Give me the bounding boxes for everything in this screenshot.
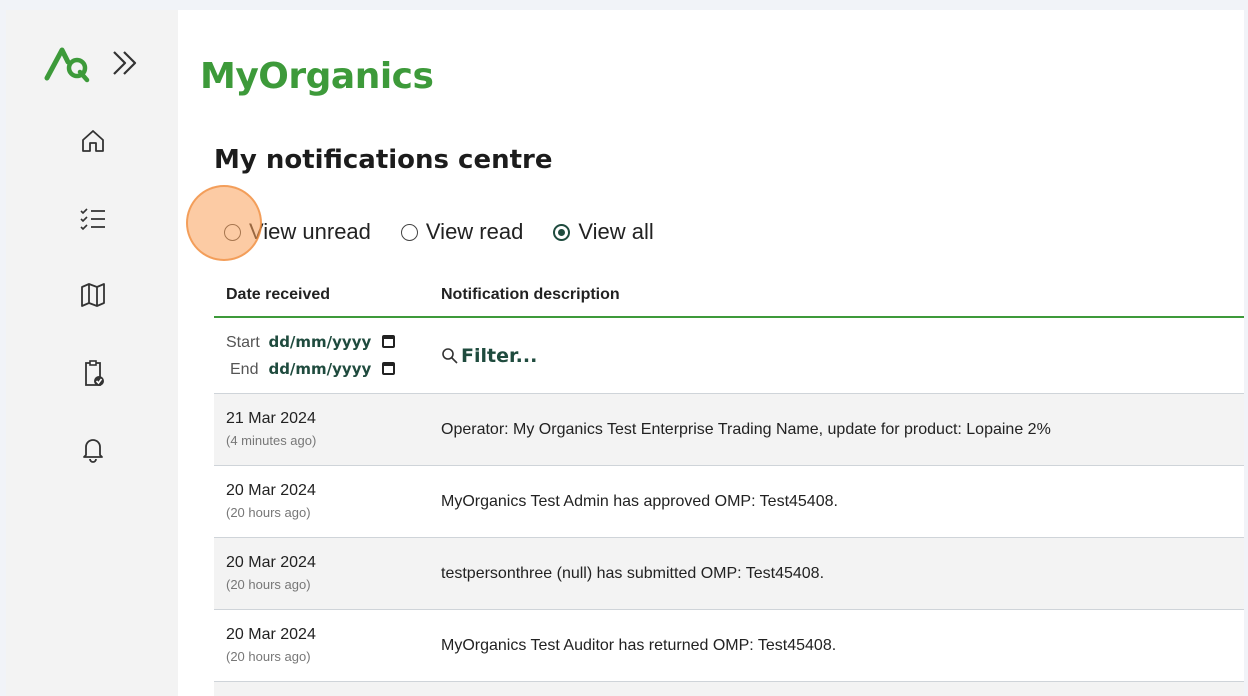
map-icon[interactable] [78,280,108,310]
table-header: Date received Notification description [214,274,1244,318]
view-unread-label: View unread [249,219,371,244]
table-row[interactable]: 21 Mar 2024 (4 minutes ago) Operator: My… [214,394,1244,466]
date-range-filter: Start dd/mm/yyyy End dd/mm/yyyy [214,329,441,383]
view-all-label: View all [578,219,654,244]
row-date: 20 Mar 2024 [226,625,316,643]
date-received-header[interactable]: Date received [214,286,441,304]
end-date-input[interactable]: dd/mm/yyyy [268,360,371,378]
table-row[interactable]: 20 Mar 2024 (20 hours ago) MyOrganics Te… [214,466,1244,538]
view-all-radio[interactable] [553,223,571,241]
filter-placeholder: Filter... [461,344,538,367]
view-read-label: View read [425,219,524,244]
row-date: 20 Mar 2024 [226,553,316,571]
table-row[interactable]: 20 Mar 2024 (20 hours ago) testpersonthr… [214,538,1244,610]
click-highlight-marker [186,185,262,261]
table-row-partial [214,682,1244,696]
row-description: MyOrganics Test Admin has approved OMP: … [441,492,838,510]
description-filter-input[interactable]: Filter... [441,345,1244,367]
clipboard-check-icon[interactable] [78,358,108,388]
view-all-option[interactable]: View all [553,219,654,245]
view-filter-radio-group: View unread View read View all [224,217,684,247]
view-read-option[interactable]: View read [400,219,524,245]
notification-description-header[interactable]: Notification description [441,286,1244,304]
end-date-label: End [230,360,259,378]
filter-row: Start dd/mm/yyyy End dd/mm/yyyy Filter.. [214,318,1244,394]
notifications-table: Date received Notification description S… [214,274,1244,696]
calendar-icon[interactable] [381,361,395,375]
calendar-icon[interactable] [381,334,395,348]
row-relative-time: (4 minutes ago) [226,432,317,448]
logo-icon[interactable] [44,44,92,84]
start-date-input[interactable]: dd/mm/yyyy [268,333,371,351]
home-icon[interactable] [78,126,108,156]
sidebar [6,10,178,696]
checklist-icon[interactable] [78,204,108,234]
brand-title: MyOrganics [200,56,434,97]
view-read-radio[interactable] [400,223,418,241]
page-title: My notifications centre [214,145,553,175]
table-row[interactable]: 20 Mar 2024 (20 hours ago) MyOrganics Te… [214,610,1244,682]
row-description: Operator: My Organics Test Enterprise Tr… [441,420,1051,438]
row-date: 21 Mar 2024 [226,409,316,427]
search-icon [442,347,458,364]
row-relative-time: (20 hours ago) [226,504,311,520]
double-chevron-right-icon[interactable] [108,46,142,80]
app-frame: MyOrganics My notifications centre View … [6,10,1244,696]
row-description: testpersonthree (null) has submitted OMP… [441,564,825,582]
row-date: 20 Mar 2024 [226,481,316,499]
row-description: MyOrganics Test Auditor has returned OMP… [441,636,837,654]
row-relative-time: (20 hours ago) [226,648,311,664]
row-relative-time: (20 hours ago) [226,576,311,592]
start-date-label: Start [226,333,260,351]
bell-icon[interactable] [78,434,108,464]
